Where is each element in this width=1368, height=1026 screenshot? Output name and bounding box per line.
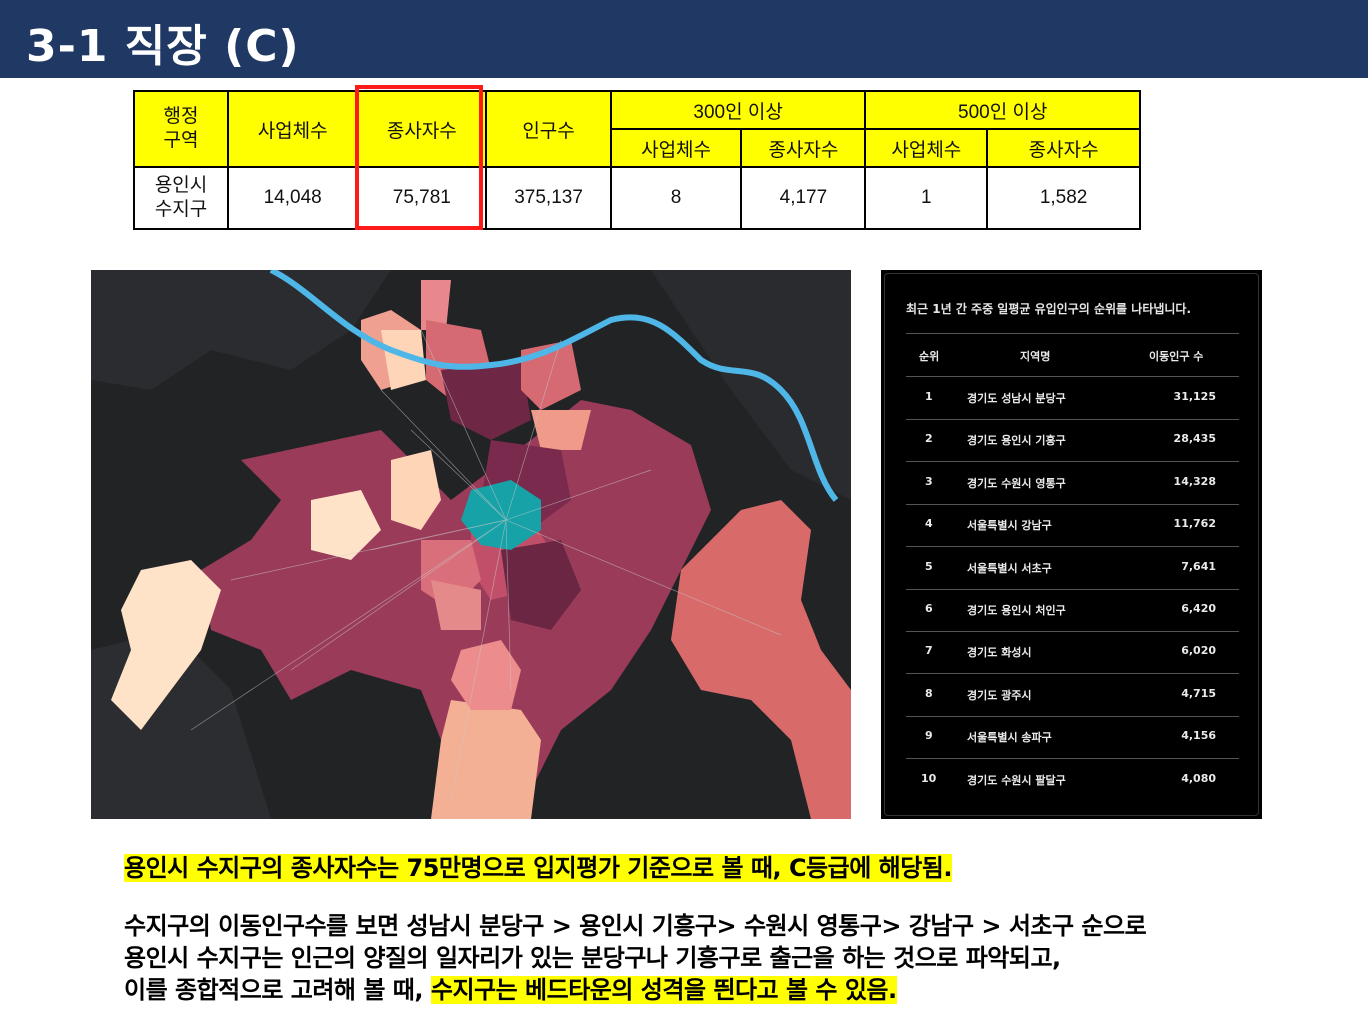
- cell-500-businesses: 1: [864, 166, 989, 230]
- ranking-row-count: 4,156: [1181, 729, 1216, 743]
- employees-highlight-box: [355, 85, 483, 230]
- ranking-row-count: 28,435: [1173, 432, 1216, 446]
- header-businesses: 사업체수: [227, 90, 359, 168]
- header-population: 인구수: [485, 90, 612, 168]
- ranking-col-count: 이동인구 수: [1149, 350, 1204, 363]
- ranking-row-count: 7,641: [1181, 559, 1216, 573]
- ranking-row-region: 경기도 수원시 팔달구: [967, 773, 1066, 787]
- summary-line-3: 용인시 수지구는 인근의 양질의 일자리가 있는 분당구나 기흥구로 출근을 하…: [124, 944, 1061, 972]
- ranking-row-rank: 9: [925, 729, 933, 743]
- header-300-plus: 300인 이상: [609, 90, 867, 130]
- ranking-row-count: 6,020: [1181, 644, 1216, 658]
- ranking-row-count: 4,080: [1181, 771, 1216, 785]
- ranking-row-divider: [906, 631, 1239, 632]
- header-500-plus: 500인 이상: [864, 90, 1141, 130]
- ranking-divider: [906, 376, 1239, 377]
- ranking-row-count: 11,762: [1173, 517, 1216, 531]
- ranking-row-divider: [906, 546, 1239, 548]
- ranking-row-region: 서울특별시 송파구: [967, 731, 1052, 745]
- header-300-employees: 종사자수: [740, 128, 867, 168]
- ranking-row-region: 서울특별시 서초구: [967, 561, 1052, 575]
- ranking-row-rank: 7: [925, 644, 933, 658]
- ranking-row-rank: 2: [925, 432, 933, 446]
- ranking-row-divider: [906, 673, 1239, 675]
- header-500-businesses: 사업체수: [864, 128, 989, 168]
- ranking-row-region: 경기도 용인시 기흥구: [967, 434, 1066, 448]
- ranking-row-rank: 5: [925, 559, 933, 573]
- ranking-row-region: 서울특별시 강남구: [967, 519, 1052, 533]
- ranking-row-region: 경기도 화성시: [967, 646, 1032, 660]
- ranking-col-rank: 순위: [919, 350, 940, 363]
- inflow-map: [91, 270, 851, 819]
- ranking-row-region: 경기도 수원시 영통구: [967, 476, 1066, 490]
- ranking-row-region: 경기도 용인시 처인구: [967, 604, 1066, 617]
- inflow-map-graphic: [91, 270, 851, 819]
- ranking-row-divider: [906, 461, 1239, 463]
- header-300-businesses: 사업체수: [609, 128, 743, 168]
- ranking-row-count: 4,715: [1181, 686, 1216, 700]
- summary-highlight-2: 수지구는 베드타운의 성격을 띈다고 볼 수 있음.: [430, 976, 897, 1004]
- ranking-caption: 최근 1년 간 주중 일평균 유입인구의 순위를 나타냅니다.: [906, 302, 1192, 316]
- workplace-stats-table: 행정 구역 사업체수 종사자수 인구수 300인 이상 500인 이상 사업체수…: [132, 90, 1141, 230]
- cell-300-employees: 4,177: [740, 166, 867, 230]
- header-region: 행정 구역: [132, 90, 230, 168]
- summary-line-1: 용인시 수지구의 종사자수는 75만명으로 입지평가 기준으로 볼 때, C등급…: [124, 848, 953, 883]
- ranking-row-count: 6,420: [1181, 602, 1216, 615]
- ranking-row-region: 경기도 성남시 분당구: [967, 392, 1066, 405]
- ranking-row-divider: [906, 715, 1239, 717]
- cell-300-businesses: 8: [609, 166, 743, 230]
- summary-line-4-text: 이를 종합적으로 고려해 볼 때,: [124, 976, 431, 1004]
- ranking-row-count: 31,125: [1173, 390, 1216, 403]
- ranking-row-rank: 3: [925, 474, 933, 488]
- ranking-row-rank: 6: [925, 602, 933, 615]
- slide-header: 3-1 직장 (C): [0, 0, 1368, 78]
- ranking-row-divider: [906, 419, 1239, 420]
- ranking-row-divider: [906, 503, 1239, 505]
- ranking-col-region: 지역명: [1020, 350, 1051, 363]
- ranking-row-rank: 10: [921, 771, 937, 785]
- summary-line-2: 수지구의 이동인구수를 보면 성남시 분당구 > 용인시 기흥구> 수원시 영통…: [124, 912, 1147, 940]
- ranking-divider: [906, 333, 1239, 334]
- cell-500-employees: 1,582: [986, 166, 1141, 230]
- ranking-row-divider: [906, 758, 1239, 760]
- ranking-row-rank: 8: [925, 686, 933, 700]
- ranking-row-rank: 4: [925, 517, 933, 531]
- cell-businesses: 14,048: [227, 166, 359, 230]
- cell-region: 용인시 수지구: [132, 166, 230, 230]
- header-500-employees: 종사자수: [986, 128, 1141, 168]
- ranking-row-divider: [906, 588, 1239, 590]
- ranking-row-rank: 1: [925, 390, 933, 403]
- summary-line-4: 이를 종합적으로 고려해 볼 때, 수지구는 베드타운의 성격을 띈다고 볼 수…: [124, 970, 897, 1005]
- slide-title: 3-1 직장 (C): [26, 21, 300, 72]
- ranking-row-region: 경기도 광주시: [967, 688, 1032, 702]
- cell-population: 375,137: [485, 166, 612, 230]
- summary-highlight-1: 용인시 수지구의 종사자수는 75만명으로 입지평가 기준으로 볼 때, C등급…: [124, 854, 953, 882]
- inflow-ranking-panel: 최근 1년 간 주중 일평균 유입인구의 순위를 나타냅니다. 순위 지역명 이…: [881, 270, 1262, 819]
- ranking-row-count: 14,328: [1173, 474, 1216, 488]
